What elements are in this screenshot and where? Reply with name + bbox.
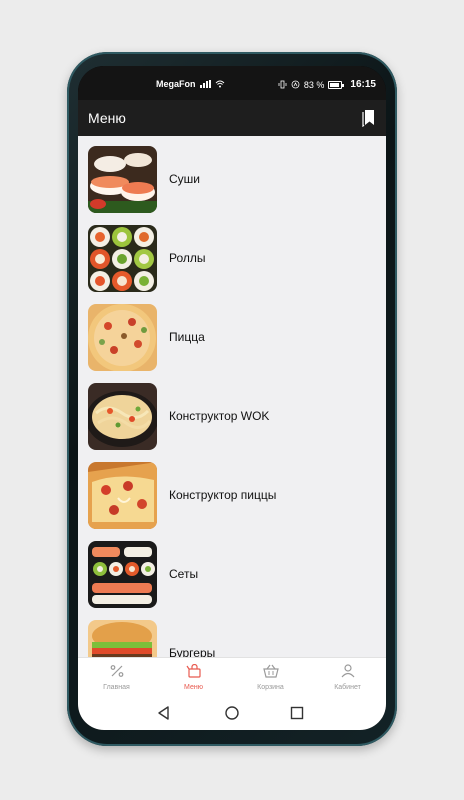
status-right: 83 % 16:15 [278,79,376,90]
menu-item-label: Суши [169,172,200,186]
menu-item-label: Бургеры [169,646,216,657]
tab-menu[interactable]: Меню [155,658,232,696]
menu-item-burgers[interactable]: Бургеры [78,618,386,657]
menu-item-sushi[interactable]: Суши [78,144,386,216]
carrier-label: MegaFon [156,79,196,89]
sets-image [88,541,157,608]
menu-item-label: Пицца [169,330,205,344]
menu-item-sets[interactable]: Сеты [78,539,386,611]
tab-account[interactable]: Кабинет [309,658,386,696]
phone-screen: MegaFon 83 % 16:15 Меню Суши Роллы Пицца… [78,66,386,730]
clock: 16:15 [350,79,376,90]
status-left: MegaFon [156,79,225,89]
tab-label: Главная [103,684,130,691]
menu-item-pizza-builder[interactable]: Конструктор пиццы [78,460,386,532]
percent-icon [110,665,124,677]
page-title: Меню [88,110,126,126]
burgers-image [88,620,157,657]
battery-icon [328,80,345,89]
menu-bag-icon [186,664,201,678]
back-icon[interactable] [156,705,172,721]
vibrate-icon [278,80,287,89]
pizza-builder-image [88,462,157,529]
sushi-image [88,146,157,213]
status-bar: MegaFon 83 % 16:15 [78,66,386,100]
pizza-image [88,304,157,371]
bookmark-icon[interactable] [362,109,376,127]
user-icon [341,664,355,678]
system-navigation [78,695,386,730]
menu-item-label: Конструктор пиццы [169,488,277,502]
recents-icon[interactable] [289,705,305,721]
menu-item-pizza[interactable]: Пицца [78,302,386,374]
signal-icon [199,80,211,88]
rolls-image [88,225,157,292]
menu-list[interactable]: Суши Роллы Пицца Конструктор WOK Констру… [78,136,386,657]
menu-item-rolls[interactable]: Роллы [78,223,386,295]
basket-icon [263,664,279,678]
tab-home[interactable]: Главная [78,658,155,696]
menu-item-label: Сеты [169,567,199,581]
wifi-icon [215,80,224,88]
menu-item-wok[interactable]: Конструктор WOK [78,381,386,453]
menu-item-label: Роллы [169,251,206,265]
wok-image [88,383,157,450]
bottom-navigation: Главная Меню Корзина Кабинет [78,657,386,695]
battery-percent: 83 % [303,79,325,90]
tab-label: Меню [184,684,203,691]
home-icon[interactable] [224,705,240,721]
tab-cart[interactable]: Корзина [232,658,309,696]
tab-label: Кабинет [334,684,361,691]
nfc-icon [291,80,300,89]
app-bar: Меню [78,100,386,136]
menu-item-label: Конструктор WOK [169,409,270,423]
tab-label: Корзина [257,684,284,691]
